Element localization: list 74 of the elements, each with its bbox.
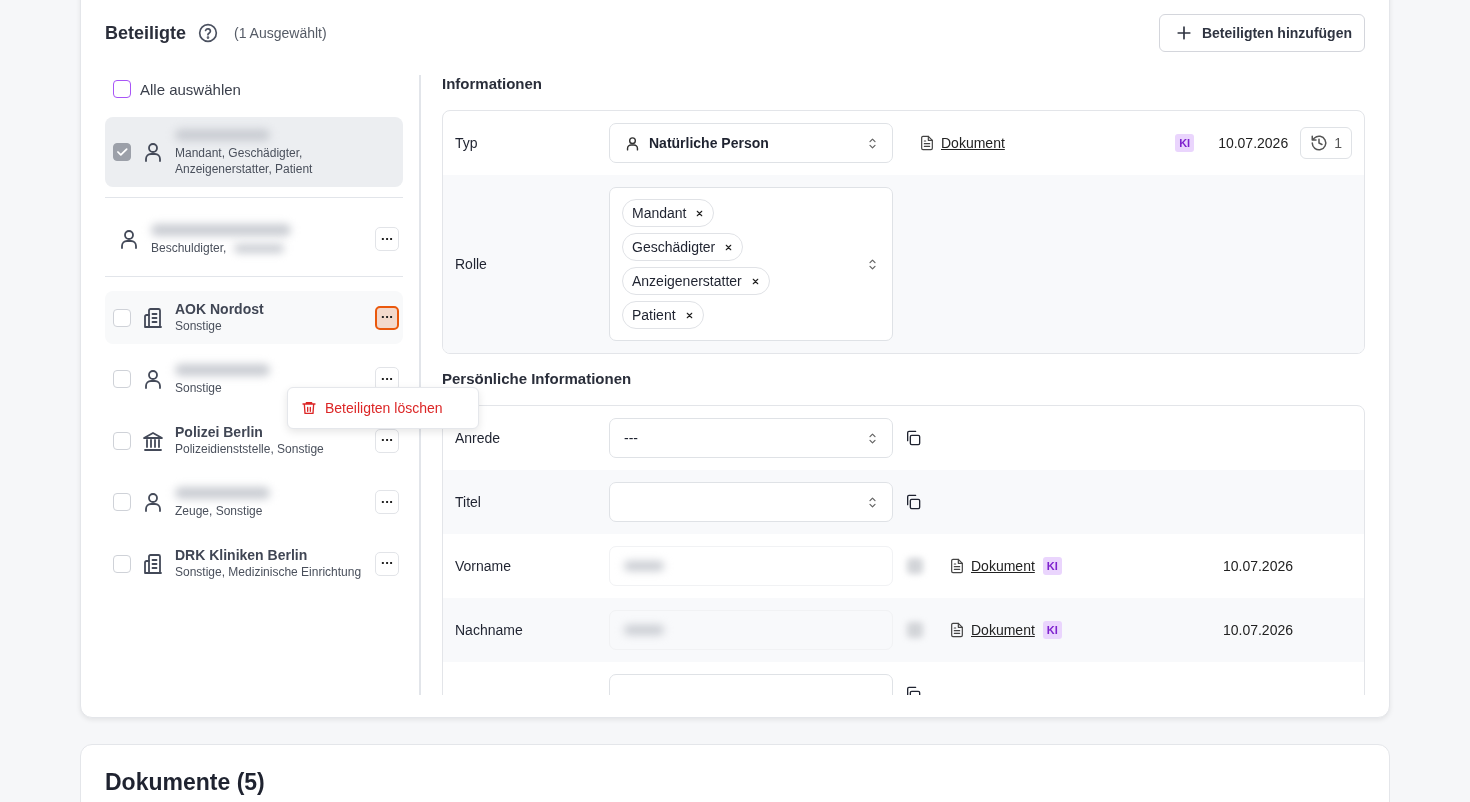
participant-name: Polizei Berlin: [175, 424, 263, 440]
participant-roles: Mandant, Geschädigter, Anzeigenerstatter, Patient: [175, 146, 313, 176]
participant-name: DRK Kliniken Berlin: [175, 547, 308, 563]
person-icon: [624, 134, 641, 152]
ai-badge: KI: [1042, 557, 1062, 575]
building-icon: [141, 305, 165, 330]
redacted-icon: [907, 622, 923, 638]
field-label: Typ: [455, 135, 479, 151]
checkbox[interactable]: [113, 80, 131, 98]
participant-roles: Beschuldigter,: [151, 241, 227, 255]
trash-icon: [301, 400, 317, 416]
date-text: 10.07.2026: [1222, 558, 1293, 574]
remove-icon: [695, 208, 705, 218]
field-label: Anrede: [455, 430, 502, 446]
participant-row[interactable]: DRK Kliniken Berlin Sonstige, Medizinische Einrichtung ···: [105, 537, 403, 590]
check-icon: [115, 145, 129, 159]
document-icon: [919, 135, 935, 151]
role-chip[interactable]: Mandant: [622, 199, 715, 227]
more-button[interactable]: ···: [375, 551, 399, 576]
participant-roles: Sonstige: [175, 319, 222, 333]
section-title: Dokumente (5): [105, 769, 266, 796]
document-icon: [949, 622, 965, 638]
select-field[interactable]: [609, 482, 893, 522]
add-participant-button[interactable]: Beteiligten hinzufügen: [1158, 14, 1365, 52]
participant-roles: Sonstige: [175, 381, 222, 395]
date-text: 10.07.2026: [1222, 622, 1293, 638]
more-button[interactable]: ···: [375, 490, 399, 514]
section-heading: Informationen: [442, 75, 543, 92]
ai-badge: KI: [1175, 134, 1195, 152]
role-chip[interactable]: Anzeigenerstatter: [622, 267, 770, 295]
participant-name: AOK Nordost: [175, 301, 264, 317]
field-label: Nachname: [455, 622, 524, 638]
remove-icon: [750, 276, 760, 286]
participant-row[interactable]: Beschuldigter, ···: [105, 212, 403, 266]
field-label: Rolle: [455, 256, 488, 272]
remove-icon: [684, 310, 694, 320]
participant-row[interactable]: Mandant, Geschädigter, Anzeigenerstatter, Patient: [105, 117, 403, 187]
building-icon: [141, 551, 165, 576]
checkbox[interactable]: [113, 143, 131, 161]
more-button[interactable]: ···: [375, 305, 399, 330]
participant-row[interactable]: Zeuge, Sonstige ···: [105, 475, 403, 529]
section-heading: Persönliche Informationen: [442, 370, 633, 387]
more-button[interactable]: ···: [375, 227, 399, 251]
redacted-text: [624, 560, 664, 571]
date-text: 10.07.2026: [1218, 135, 1289, 151]
participant-roles: Sonstige, Medizinische Einrichtung: [175, 565, 362, 579]
document-link[interactable]: Dokument: [971, 622, 1035, 638]
role-chip[interactable]: Geschädigter: [622, 233, 744, 261]
history-icon: [1310, 134, 1329, 152]
participant-roles: Polizeidienststelle, Sonstige: [175, 442, 324, 456]
role-chip[interactable]: Patient: [622, 301, 704, 329]
participant-row[interactable]: AOK Nordost Sonstige ···: [105, 291, 403, 344]
document-icon: [949, 558, 965, 574]
more-button[interactable]: ···: [375, 428, 399, 453]
text-field[interactable]: [609, 546, 893, 586]
ai-badge: KI: [1042, 621, 1062, 639]
field-label: Titel: [455, 494, 482, 510]
delete-menu-item[interactable]: Beteiligten löschen: [294, 394, 472, 422]
help-icon: [198, 23, 219, 43]
redacted-text: [624, 624, 664, 635]
section-title: Beteiligte: [105, 22, 187, 44]
participant-roles: Zeuge, Sonstige: [175, 504, 263, 518]
remove-icon: [724, 242, 734, 252]
redacted-icon: [907, 558, 923, 574]
select-field[interactable]: ---: [609, 418, 893, 458]
document-link[interactable]: Dokument: [941, 135, 1005, 151]
multi-select-field[interactable]: Mandant Geschädigter Anzeigenerstatter Patient: [609, 187, 893, 341]
document-link[interactable]: Dokument: [971, 558, 1035, 574]
history-button[interactable]: 1: [1300, 127, 1352, 159]
text-field[interactable]: [609, 610, 893, 650]
select-field[interactable]: Natürliche Person: [609, 123, 893, 163]
selection-count: (1 Ausgewählt): [234, 25, 327, 41]
field-label: Vorname: [455, 558, 513, 574]
select-all-label: Alle auswählen: [140, 80, 241, 98]
